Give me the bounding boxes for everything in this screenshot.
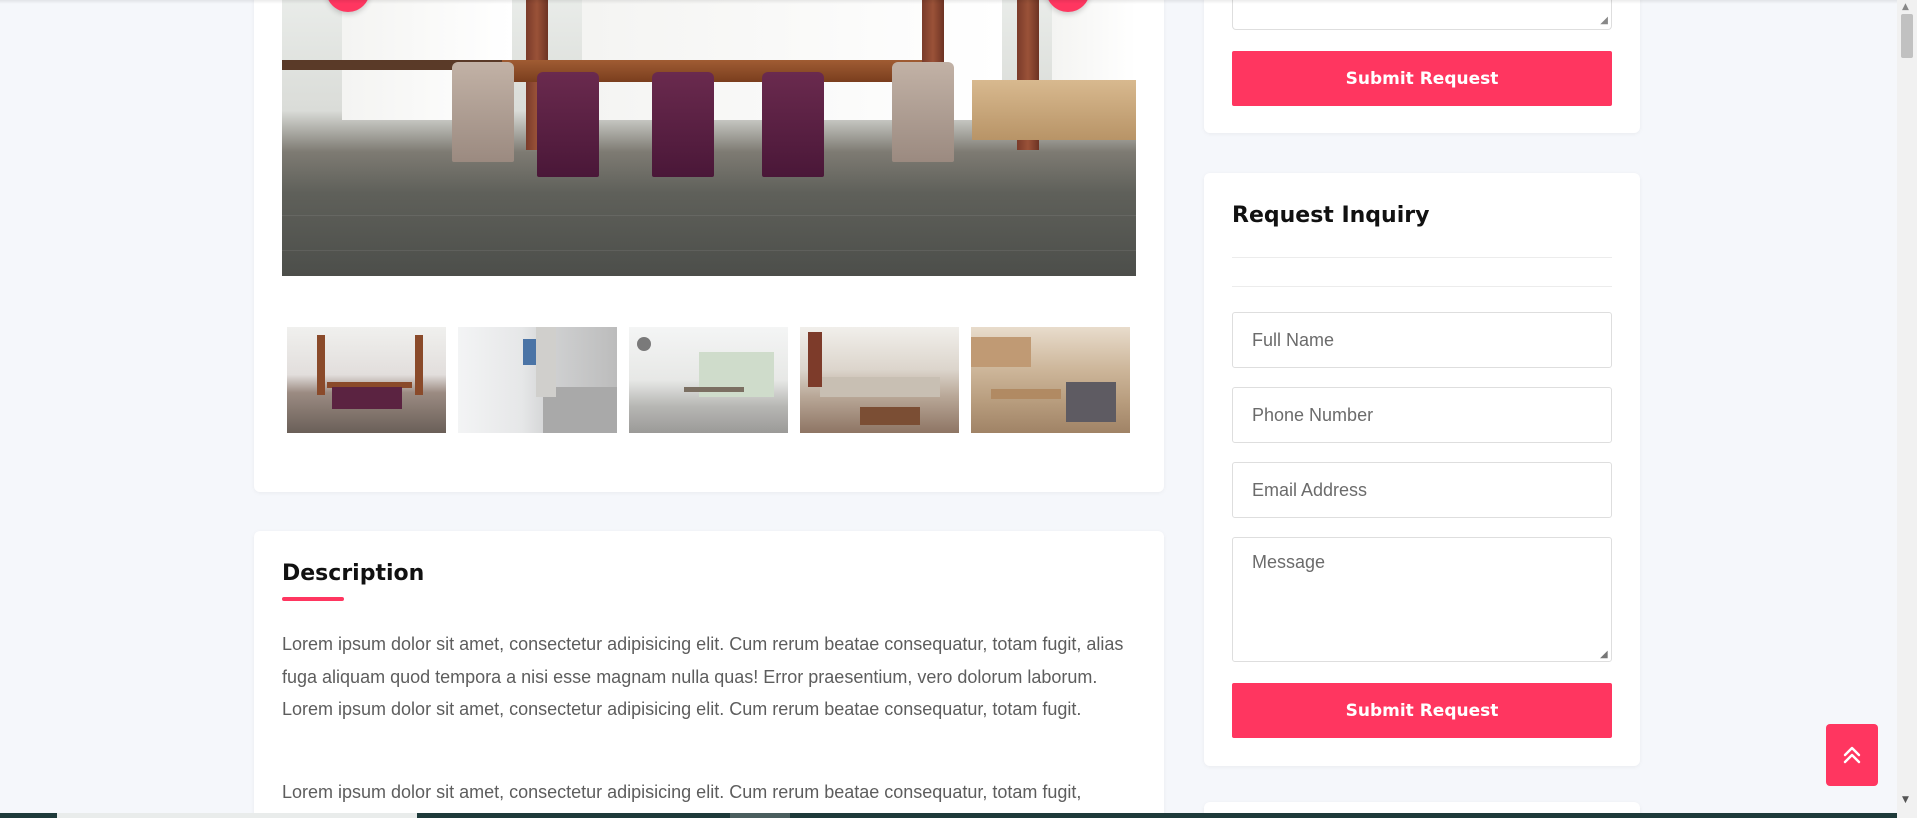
email-address-input[interactable] bbox=[1232, 462, 1612, 518]
description-paragraph: Lorem ipsum dolor sit amet, consectetur … bbox=[282, 634, 1124, 719]
submit-request-button[interactable]: Submit Request bbox=[1232, 51, 1612, 106]
description-card: Description Lorem ipsum dolor sit amet, … bbox=[254, 531, 1164, 818]
contact-form-card: ◢ Submit Request bbox=[1204, 0, 1640, 133]
floor-line bbox=[282, 215, 1136, 216]
request-inquiry-card: Request Inquiry ◢ Submit Request bbox=[1204, 173, 1640, 766]
message-textarea[interactable]: ◢ bbox=[1232, 0, 1612, 30]
title-underline bbox=[282, 597, 344, 601]
divider bbox=[1232, 286, 1612, 287]
thumbnail-kitchen[interactable] bbox=[971, 327, 1130, 433]
thumbnail-dining-room[interactable] bbox=[287, 327, 446, 433]
resize-grip-icon[interactable]: ◢ bbox=[1600, 649, 1608, 660]
thumbnail-strip bbox=[287, 327, 1132, 433]
description-paragraph: Lorem ipsum dolor sit amet, consectetur … bbox=[282, 782, 1082, 802]
back-to-top-button[interactable] bbox=[1826, 724, 1878, 786]
phone-number-input[interactable] bbox=[1232, 387, 1612, 443]
gallery-card: ‹ › bbox=[254, 0, 1164, 492]
taskbar-segment bbox=[730, 813, 790, 818]
chair-beige-right bbox=[892, 62, 954, 162]
thumbnail-dining-patio[interactable] bbox=[629, 327, 788, 433]
thumbnail-living-room[interactable] bbox=[800, 327, 959, 433]
page-scrollbar[interactable]: ▲ ▼ bbox=[1897, 0, 1917, 818]
scroll-up-icon[interactable]: ▲ bbox=[1902, 2, 1909, 12]
submit-request-button[interactable]: Submit Request bbox=[1232, 683, 1612, 738]
scroll-down-icon[interactable]: ▼ bbox=[1902, 795, 1909, 805]
header-shadow bbox=[0, 0, 1897, 4]
main-gallery-image bbox=[282, 0, 1136, 276]
message-textarea[interactable] bbox=[1232, 537, 1612, 662]
inquiry-title: Request Inquiry bbox=[1232, 203, 1430, 228]
description-title: Description bbox=[282, 561, 425, 586]
chair-2 bbox=[652, 72, 714, 177]
chair-beige-left bbox=[452, 62, 514, 162]
resize-grip-icon[interactable]: ◢ bbox=[1600, 16, 1608, 26]
chair-1 bbox=[537, 72, 599, 177]
floor-line bbox=[282, 250, 1136, 251]
scrollbar-thumb[interactable] bbox=[1901, 14, 1913, 58]
chair-3 bbox=[762, 72, 824, 177]
taskbar-strip bbox=[0, 813, 1897, 818]
divider bbox=[1232, 257, 1612, 258]
thumbnail-staircase[interactable] bbox=[458, 327, 617, 433]
taskbar-segment bbox=[57, 813, 417, 818]
full-name-input[interactable] bbox=[1232, 312, 1612, 368]
bench bbox=[972, 80, 1136, 140]
double-chevron-up-icon bbox=[1843, 746, 1861, 764]
